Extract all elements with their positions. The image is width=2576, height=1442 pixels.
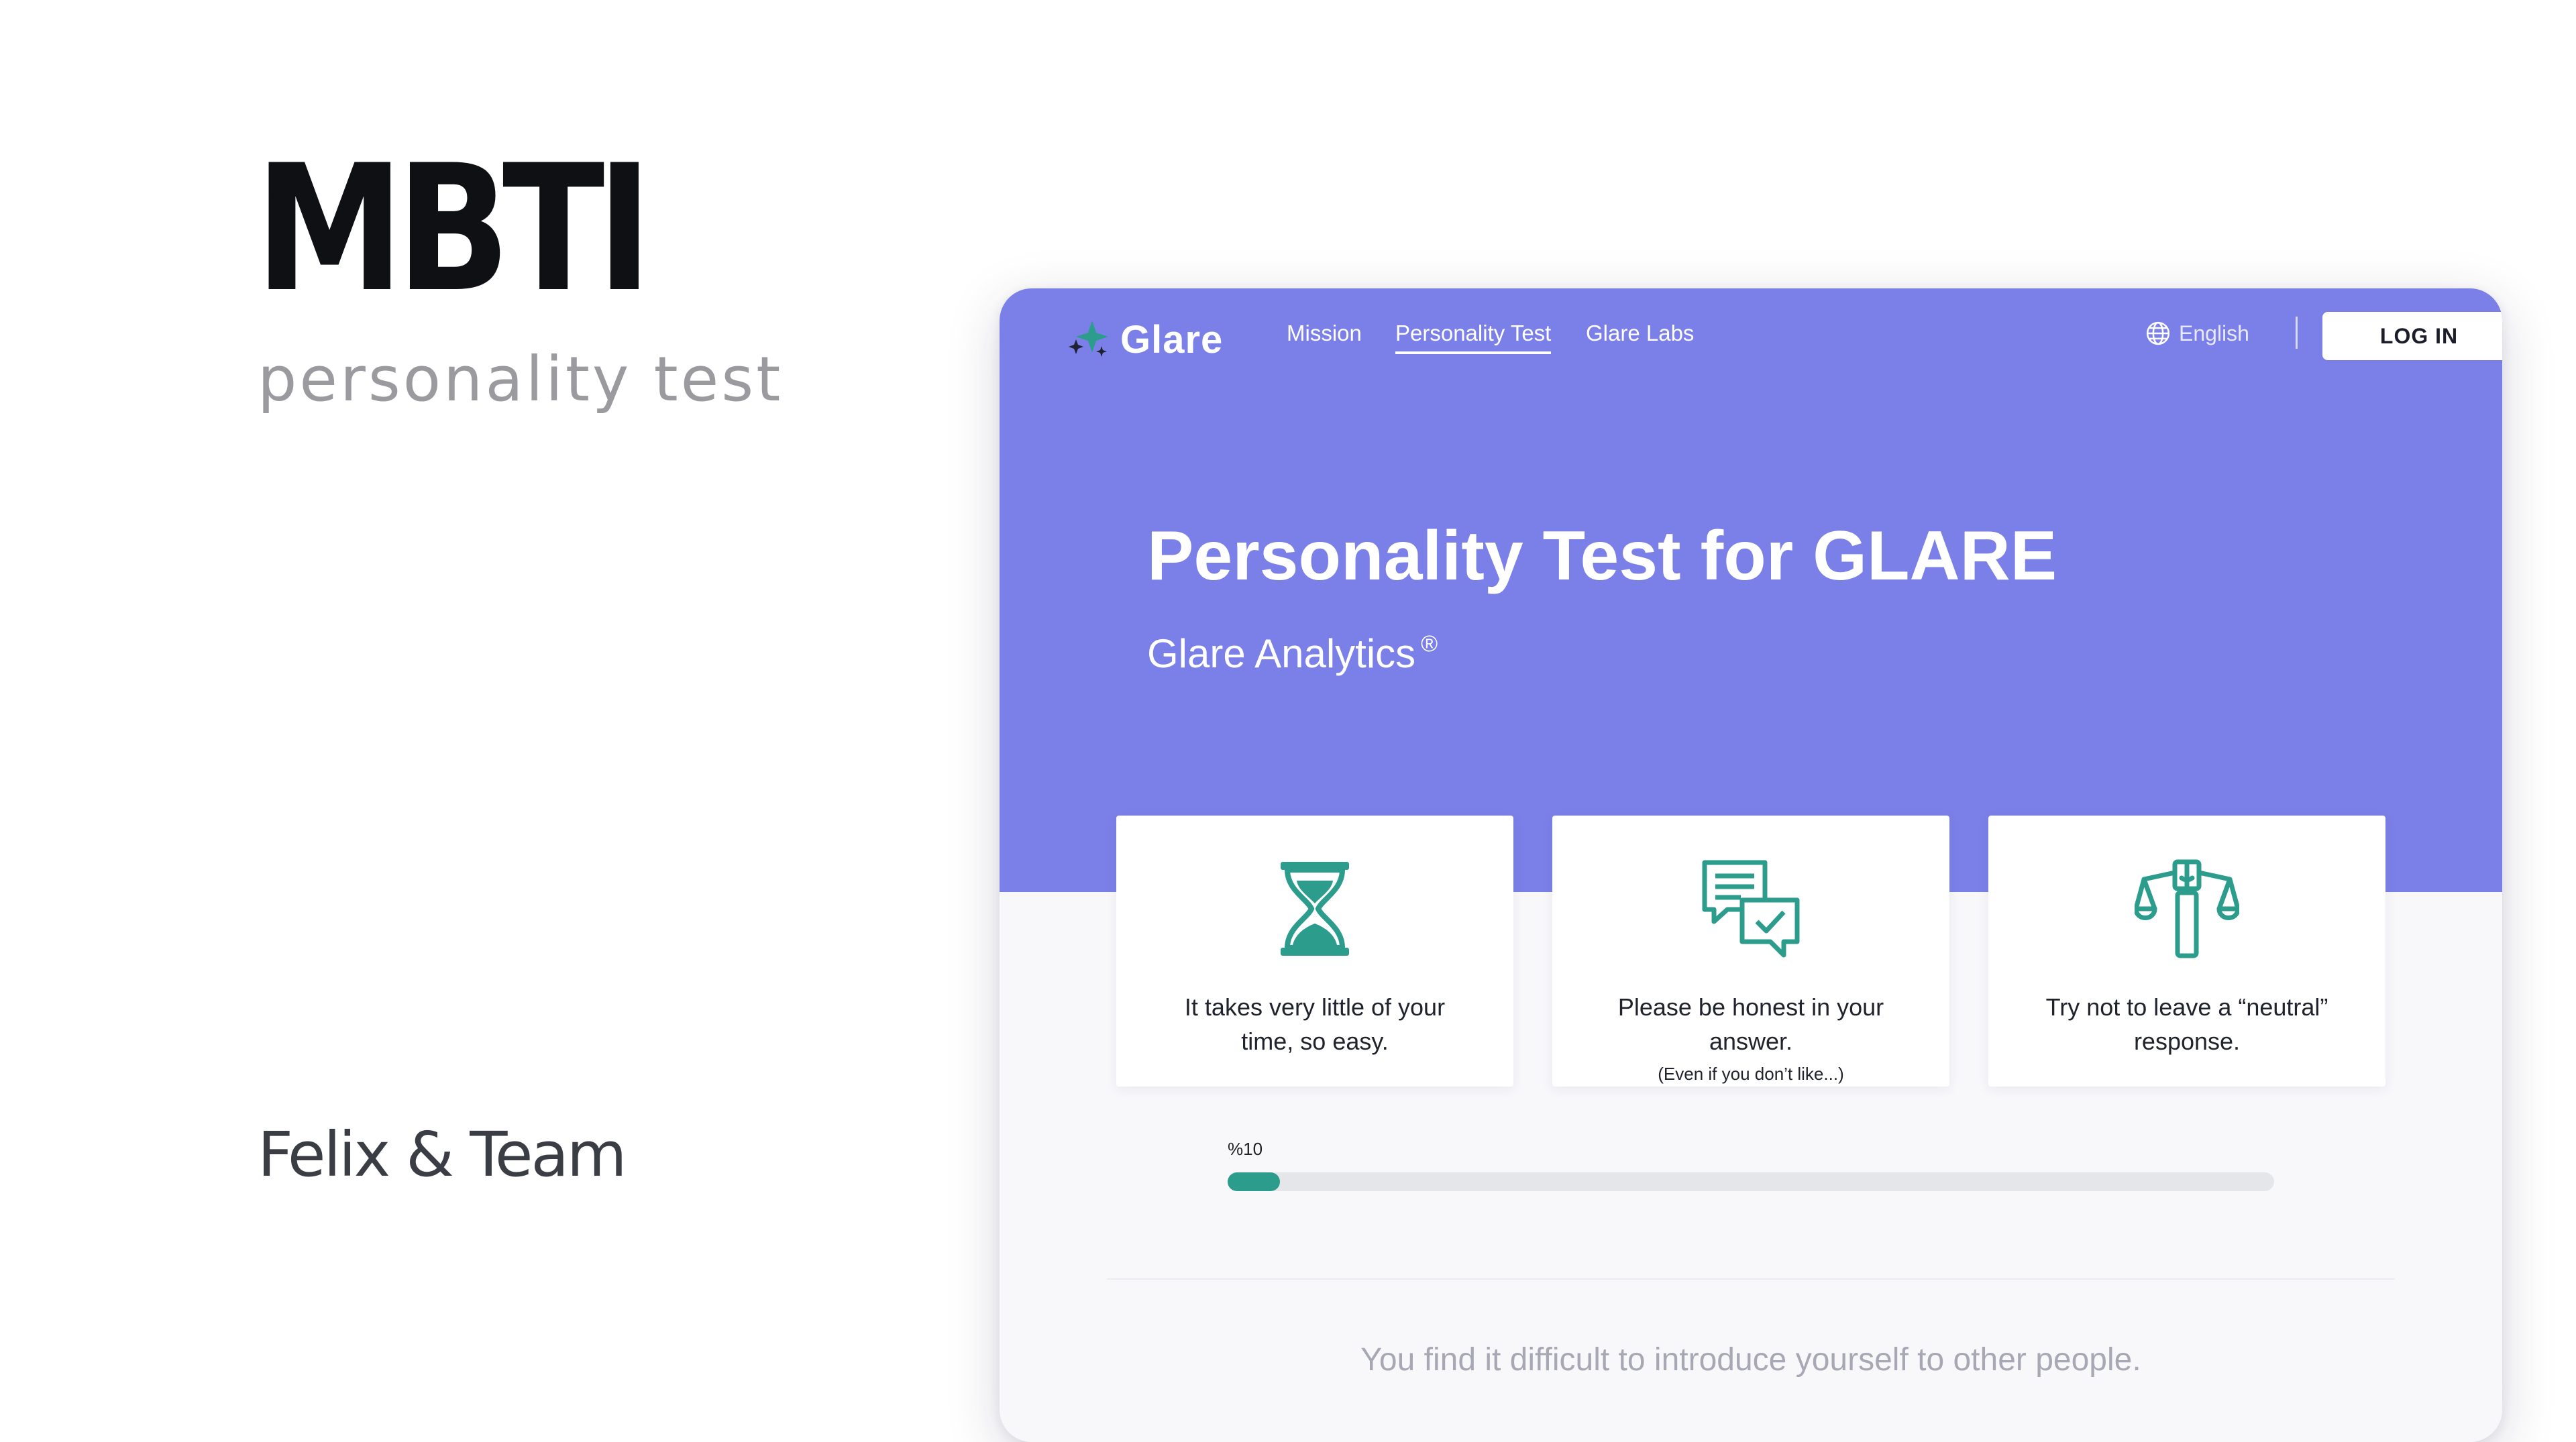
card-text: It takes very little of your time, so ea… xyxy=(1162,990,1468,1058)
sparkle-logo-icon xyxy=(1069,321,1108,357)
top-navigation: Glare Mission Personality Test Glare Lab… xyxy=(1000,288,2502,382)
language-label: English xyxy=(2179,321,2249,345)
card-line: It takes very little of your xyxy=(1184,993,1446,1021)
login-button[interactable]: LOG IN xyxy=(2322,312,2502,360)
page-title: Personality Test for GLARE xyxy=(1147,517,2057,595)
tip-card-neutral: Try not to leave a “neutral” response. xyxy=(1988,816,2385,1087)
language-selector[interactable]: English xyxy=(2145,321,2249,346)
progress-fill xyxy=(1228,1172,1280,1191)
scales-icon xyxy=(2135,859,2239,958)
logo[interactable]: Glare xyxy=(1067,313,1223,366)
card-note: (Even if you don’t like...) xyxy=(1658,1064,1844,1085)
logo-text: Glare xyxy=(1120,317,1224,362)
chat-bubbles-icon xyxy=(1702,860,1800,958)
progress-bar xyxy=(1228,1172,2274,1191)
showcase-subtitle: personality test xyxy=(258,343,784,415)
tip-card-honesty: Please be honest in your answer. (Even i… xyxy=(1552,816,1949,1087)
card-text: Please be honest in your answer. xyxy=(1552,990,1949,1058)
registered-mark: ® xyxy=(1421,631,1438,657)
nav-link-personality-test[interactable]: Personality Test xyxy=(1395,321,1552,354)
hourglass-icon xyxy=(1281,862,1349,956)
brand-name: Glare Analytics xyxy=(1147,631,1416,676)
page-subtitle: Glare Analytics ® xyxy=(1147,630,1438,677)
card-text: Try not to leave a “neutral” response. xyxy=(2023,990,2351,1058)
card-line: Please be honest in your answer. xyxy=(1617,993,1884,1056)
nav-divider xyxy=(2296,317,2298,349)
showcase-title: MBTI xyxy=(255,128,653,331)
nav-link-mission[interactable]: Mission xyxy=(1287,321,1362,351)
section-divider xyxy=(1107,1278,2395,1280)
nav-link-glare-labs[interactable]: Glare Labs xyxy=(1586,321,1694,351)
browser-window: Glare Mission Personality Test Glare Lab… xyxy=(1000,288,2502,1442)
tip-card-time: It takes very little of your time, so ea… xyxy=(1116,816,1513,1087)
showcase-credit: Felix & Team xyxy=(258,1119,627,1190)
globe-icon xyxy=(2146,321,2170,345)
card-line: response. xyxy=(2133,1028,2241,1056)
card-line: Try not to leave a “neutral” xyxy=(2045,993,2328,1021)
question-text: You find it difficult to introduce yours… xyxy=(1360,1342,2141,1378)
card-line: time, so easy. xyxy=(1241,1028,1389,1056)
progress-label: %10 xyxy=(1228,1139,1263,1159)
